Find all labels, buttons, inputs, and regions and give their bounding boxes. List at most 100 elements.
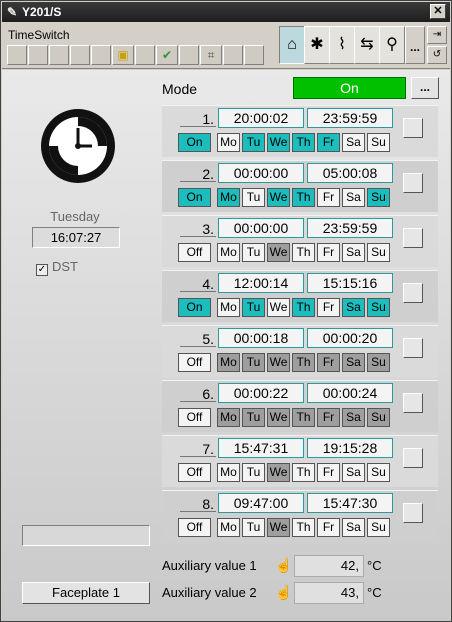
slot-end-time[interactable]: 00:00:20 (307, 328, 393, 348)
slot-select-checkbox[interactable] (403, 503, 423, 523)
slot-start-time[interactable]: 00:00:22 (218, 383, 304, 403)
slot-start-time[interactable]: 15:47:31 (218, 438, 304, 458)
day-toggle[interactable]: Fr (317, 408, 340, 427)
slot-end-time[interactable]: 19:15:28 (307, 438, 393, 458)
day-toggle[interactable]: Fr (317, 298, 340, 317)
day-toggle[interactable]: Th (292, 463, 315, 482)
day-toggle[interactable]: Fr (317, 243, 340, 262)
day-toggle[interactable]: Tu (242, 243, 265, 262)
slot-end-time[interactable]: 15:47:30 (307, 493, 393, 513)
slot-select-checkbox[interactable] (403, 118, 423, 138)
day-toggle[interactable]: Sa (342, 518, 365, 537)
day-toggle[interactable]: Mo (217, 408, 240, 427)
day-toggle[interactable]: Fr (317, 518, 340, 537)
slot-select-checkbox[interactable] (403, 448, 423, 468)
slot-start-time[interactable]: 00:00:18 (218, 328, 304, 348)
alarm-icon[interactable]: ⇆ (354, 26, 380, 64)
day-toggle[interactable]: Su (367, 353, 390, 372)
day-toggle[interactable]: Tu (242, 188, 265, 207)
day-toggle[interactable]: Su (367, 408, 390, 427)
slot-end-time[interactable]: 00:00:24 (307, 383, 393, 403)
faceplate-button[interactable]: Faceplate 1 (22, 582, 150, 604)
day-toggle[interactable]: Su (367, 243, 390, 262)
day-toggle[interactable]: Fr (317, 188, 340, 207)
day-toggle[interactable]: We (267, 353, 290, 372)
day-toggle[interactable]: Th (292, 133, 315, 152)
hand-icon[interactable]: ☝ (275, 557, 295, 575)
slot-select-checkbox[interactable] (403, 283, 423, 303)
slot-select-checkbox[interactable] (403, 228, 423, 248)
day-toggle[interactable]: Sa (342, 353, 365, 372)
search-icon[interactable]: ⚲ (379, 26, 405, 64)
slot-start-time[interactable]: 12:00:14 (218, 273, 304, 293)
slot-select-checkbox[interactable] (403, 173, 423, 193)
day-toggle[interactable]: Th (292, 408, 315, 427)
hand-icon[interactable]: ☝ (275, 584, 295, 602)
slot-state-button[interactable]: Off (178, 518, 211, 537)
day-toggle[interactable]: Sa (342, 243, 365, 262)
day-toggle[interactable]: Fr (317, 353, 340, 372)
day-toggle[interactable]: We (267, 133, 290, 152)
network-icon[interactable]: ⌗ (200, 45, 222, 65)
slot-start-time[interactable]: 00:00:00 (218, 218, 304, 238)
day-toggle[interactable]: Th (292, 188, 315, 207)
day-toggle[interactable]: Tu (242, 518, 265, 537)
slot-end-time[interactable]: 23:59:59 (307, 108, 393, 128)
day-toggle[interactable]: Su (367, 133, 390, 152)
day-toggle[interactable]: Mo (217, 518, 240, 537)
day-toggle[interactable]: Sa (342, 298, 365, 317)
slot-select-checkbox[interactable] (403, 393, 423, 413)
day-toggle[interactable]: Su (367, 463, 390, 482)
day-toggle[interactable]: Mo (217, 463, 240, 482)
lock-icon[interactable]: ▣ (112, 45, 134, 65)
acknowledge-icon[interactable]: ✔ (156, 45, 178, 65)
day-toggle[interactable]: Su (367, 298, 390, 317)
slot-select-checkbox[interactable] (403, 338, 423, 358)
day-toggle[interactable]: Tu (242, 408, 265, 427)
slot-state-button[interactable]: Off (178, 408, 211, 427)
day-toggle[interactable]: Tu (242, 353, 265, 372)
day-toggle[interactable]: Mo (217, 188, 240, 207)
slot-end-time[interactable]: 23:59:59 (307, 218, 393, 238)
day-toggle[interactable]: Fr (317, 133, 340, 152)
slot-state-button[interactable]: On (178, 133, 211, 152)
toolbar-more-button[interactable]: ... (405, 26, 425, 64)
close-button[interactable]: ✕ (430, 4, 446, 19)
day-toggle[interactable]: We (267, 463, 290, 482)
trend-icon[interactable]: ⌇ (329, 26, 355, 64)
home-icon[interactable]: ⌂ (279, 26, 305, 64)
day-toggle[interactable]: Sa (342, 133, 365, 152)
slot-state-button[interactable]: Off (178, 243, 211, 262)
slot-start-time[interactable]: 09:47:00 (218, 493, 304, 513)
slot-state-button[interactable]: Off (178, 353, 211, 372)
day-toggle[interactable]: We (267, 518, 290, 537)
mode-more-button[interactable]: ... (411, 77, 439, 99)
title-bar[interactable]: ✎ Y201/S ✕ (2, 2, 450, 22)
day-toggle[interactable]: Tu (242, 463, 265, 482)
slot-state-button[interactable]: Off (178, 463, 211, 482)
day-toggle[interactable]: Sa (342, 463, 365, 482)
day-toggle[interactable]: Th (292, 518, 315, 537)
day-toggle[interactable]: We (267, 408, 290, 427)
settings-icon[interactable]: ✱ (304, 26, 330, 64)
day-toggle[interactable]: Mo (217, 353, 240, 372)
day-toggle[interactable]: Mo (217, 133, 240, 152)
day-toggle[interactable]: We (267, 243, 290, 262)
slot-end-time[interactable]: 15:15:16 (307, 273, 393, 293)
day-toggle[interactable]: Su (367, 188, 390, 207)
day-toggle[interactable]: Tu (242, 133, 265, 152)
day-toggle[interactable]: Tu (242, 298, 265, 317)
aux-value[interactable]: 43, (294, 582, 364, 604)
dst-checkbox[interactable]: ✓ DST (36, 259, 78, 276)
day-toggle[interactable]: Th (292, 243, 315, 262)
day-toggle[interactable]: Th (292, 298, 315, 317)
day-toggle[interactable]: Th (292, 353, 315, 372)
slot-state-button[interactable]: On (178, 188, 211, 207)
slot-state-button[interactable]: On (178, 298, 211, 317)
refresh-icon[interactable]: ↺ (427, 46, 447, 64)
day-toggle[interactable]: Fr (317, 463, 340, 482)
aux-value[interactable]: 42, (294, 555, 364, 577)
slot-start-time[interactable]: 20:00:02 (218, 108, 304, 128)
day-toggle[interactable]: Su (367, 518, 390, 537)
day-toggle[interactable]: Mo (217, 243, 240, 262)
